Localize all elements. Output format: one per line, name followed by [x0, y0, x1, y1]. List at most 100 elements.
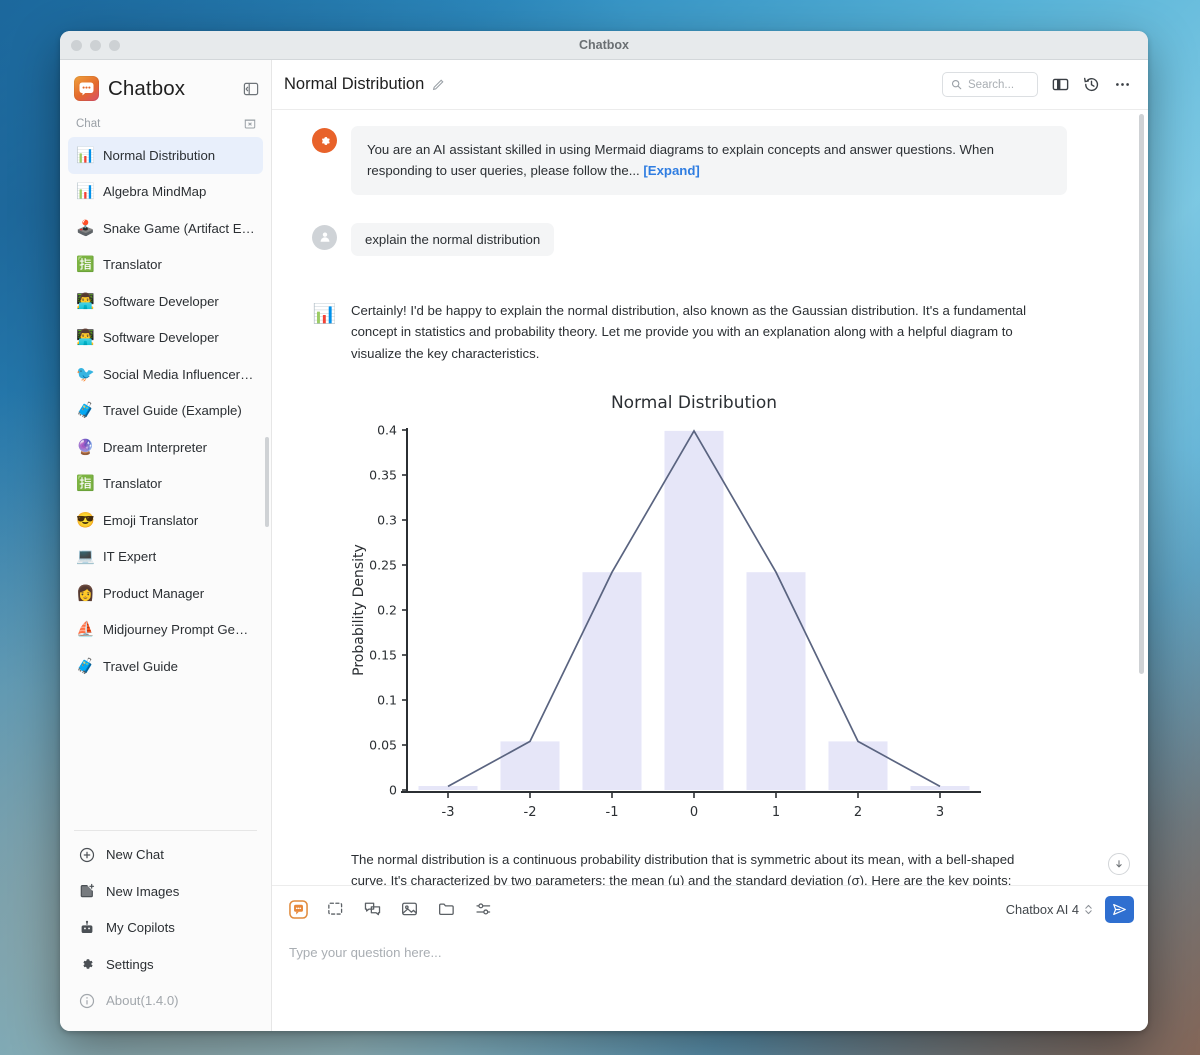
chat-avatar-icon: 🐦 [76, 367, 94, 382]
chart-bar [664, 431, 723, 790]
chat-header: Normal Distribution Search... [272, 60, 1148, 110]
header-actions: Search... [942, 72, 1131, 97]
history-icon[interactable] [1083, 76, 1100, 93]
chat-list-item[interactable]: 👨‍💻Software Developer [68, 283, 263, 320]
assistant-message: 📊 Certainly! I'd be happy to explain the… [312, 300, 1124, 885]
sliders-icon[interactable] [474, 900, 493, 919]
chart-y-tick-label: 0.1 [377, 692, 397, 707]
chat-list-item-label: Travel Guide (Example) [103, 403, 242, 418]
panel-collapse-icon[interactable] [243, 81, 259, 97]
gear-avatar-icon [312, 128, 337, 153]
chat-list-scrollbar[interactable] [265, 437, 269, 527]
assistant-intro-text: Certainly! I'd be happy to explain the n… [351, 300, 1054, 364]
chat-list-item[interactable]: 👨‍💻Software Developer [68, 320, 263, 357]
chat-list-item[interactable]: 🧳 Travel Guide (Example) [68, 393, 263, 430]
sidebar-item-label: About(1.4.0) [106, 993, 179, 1008]
robot-icon [78, 919, 95, 936]
sidebar-item-my-copilots[interactable]: My Copilots [68, 910, 263, 947]
composer-toolbar: Chatbox AI 4 [289, 896, 1134, 923]
send-icon [1111, 901, 1128, 918]
pencil-icon[interactable] [431, 78, 445, 92]
chat-list-item-label: Dream Interpreter [103, 440, 207, 455]
sidebar-item-new-chat[interactable]: New Chat [68, 837, 263, 874]
chat-list-item-label: Emoji Translator [103, 513, 198, 528]
chat-list-item-label: Software Developer [103, 294, 219, 309]
chat-list-item[interactable]: 🧳Travel Guide [68, 648, 263, 685]
chat-list-item[interactable]: 👩Product Manager [68, 575, 263, 612]
gear-icon [78, 956, 95, 973]
chat-list-item[interactable]: 🈯Translator [68, 466, 263, 503]
conversation-scrollbar[interactable] [1139, 114, 1144, 674]
minimize-button[interactable] [90, 40, 101, 51]
plus-circle-icon [78, 846, 95, 863]
chart-y-axis-label: Probability Density [351, 544, 367, 676]
model-selector[interactable]: Chatbox AI 4 [1006, 902, 1093, 917]
chat-list-item-label: Product Manager [103, 586, 204, 601]
chart-x-tick-label: -3 [442, 805, 455, 820]
chat-list-item[interactable]: 📊Algebra MindMap [68, 174, 263, 211]
dashed-box-icon[interactable] [326, 900, 345, 919]
window-titlebar: Chatbox [60, 31, 1148, 60]
chat-section-label: Chat [76, 118, 100, 130]
chat-list-item[interactable]: 😎 Emoji Translator [68, 502, 263, 539]
close-button[interactable] [71, 40, 82, 51]
message-list: You are an AI assistant skilled in using… [272, 110, 1148, 885]
chart-x-tick-label: 1 [772, 805, 780, 820]
trash-icon[interactable] [243, 117, 257, 131]
chat-list-item[interactable]: ⛵Midjourney Prompt Gener... [68, 612, 263, 649]
message-input[interactable]: Type your question here... [289, 945, 1134, 960]
chat-list-item[interactable]: 🕹️Snake Game (Artifact Exa... [68, 210, 263, 247]
model-name: Chatbox AI 4 [1006, 902, 1079, 917]
image-icon[interactable] [400, 900, 419, 919]
chart-bar [418, 786, 477, 790]
chat-avatar-icon: 🧳 [76, 403, 94, 418]
chart-y-tick-label: 0 [389, 782, 397, 797]
chat-avatar-icon: 😎 [76, 513, 94, 528]
chart-x-tick-label: 3 [936, 805, 944, 820]
chart-bar [746, 572, 805, 790]
chat-list-item[interactable]: 🔮 Dream Interpreter [68, 429, 263, 466]
sidebar-nav: New Chat New Images My Copilots [60, 835, 271, 1032]
chat-avatar-icon: 📊 [76, 148, 94, 163]
app-window: Chatbox Chatbox Chat [60, 31, 1148, 1031]
chat-avatar-icon: 🔮 [76, 440, 94, 455]
chat-list-item-label: Normal Distribution [103, 148, 215, 163]
maximize-button[interactable] [109, 40, 120, 51]
page-title: Normal Distribution [284, 75, 424, 94]
sidebar-item-about[interactable]: About(1.4.0) [68, 983, 263, 1020]
chatbox-logo-icon [74, 76, 99, 101]
search-icon [951, 79, 962, 90]
chart-y-tick-label: 0.2 [377, 602, 397, 617]
send-button[interactable] [1105, 896, 1134, 923]
brand-name: Chatbox [108, 77, 185, 101]
sidebar-item-label: My Copilots [106, 920, 175, 935]
chat-list-item-label: Social Media Influencer (E... [103, 367, 255, 382]
more-horizontal-icon[interactable] [1114, 76, 1131, 93]
chat-avatar-icon: 🈯 [76, 257, 94, 272]
split-view-icon[interactable] [1052, 76, 1069, 93]
sidebar-item-settings[interactable]: Settings [68, 946, 263, 983]
chat-list-item[interactable]: 🐦 Social Media Influencer (E... [68, 356, 263, 393]
search-input[interactable]: Search... [942, 72, 1038, 97]
sidebar-item-label: Settings [106, 957, 154, 972]
chat-list-item[interactable]: 💻IT Expert [68, 539, 263, 576]
folder-icon[interactable] [437, 900, 456, 919]
chatbox-logo-icon[interactable] [289, 900, 308, 919]
conversation-scroll-area[interactable]: You are an AI assistant skilled in using… [272, 110, 1148, 885]
chat-list[interactable]: 📊 Normal Distribution 📊Algebra MindMap🕹️Sn… [60, 137, 271, 824]
expand-link[interactable]: [Expand] [643, 163, 699, 178]
image-add-icon [78, 883, 95, 900]
chart-y-tick-label: 0.05 [369, 737, 397, 752]
arrow-down-circle-icon[interactable] [1108, 853, 1130, 875]
chat-avatar-icon: 🈯 [76, 476, 94, 491]
sidebar-item-new-images[interactable]: New Images [68, 873, 263, 910]
chart-bar [582, 572, 641, 790]
chat-list-item[interactable]: 🈯Translator [68, 247, 263, 284]
chat-bubbles-icon[interactable] [363, 900, 382, 919]
chat-avatar-icon: 👨‍💻 [76, 330, 94, 345]
sidebar: Chatbox Chat [60, 60, 272, 1031]
chart-x-tick-label: 0 [690, 805, 698, 820]
chat-list-item[interactable]: 📊 Normal Distribution [68, 137, 263, 174]
traffic-lights [60, 40, 120, 51]
system-message: You are an AI assistant skilled in using… [312, 126, 1124, 195]
